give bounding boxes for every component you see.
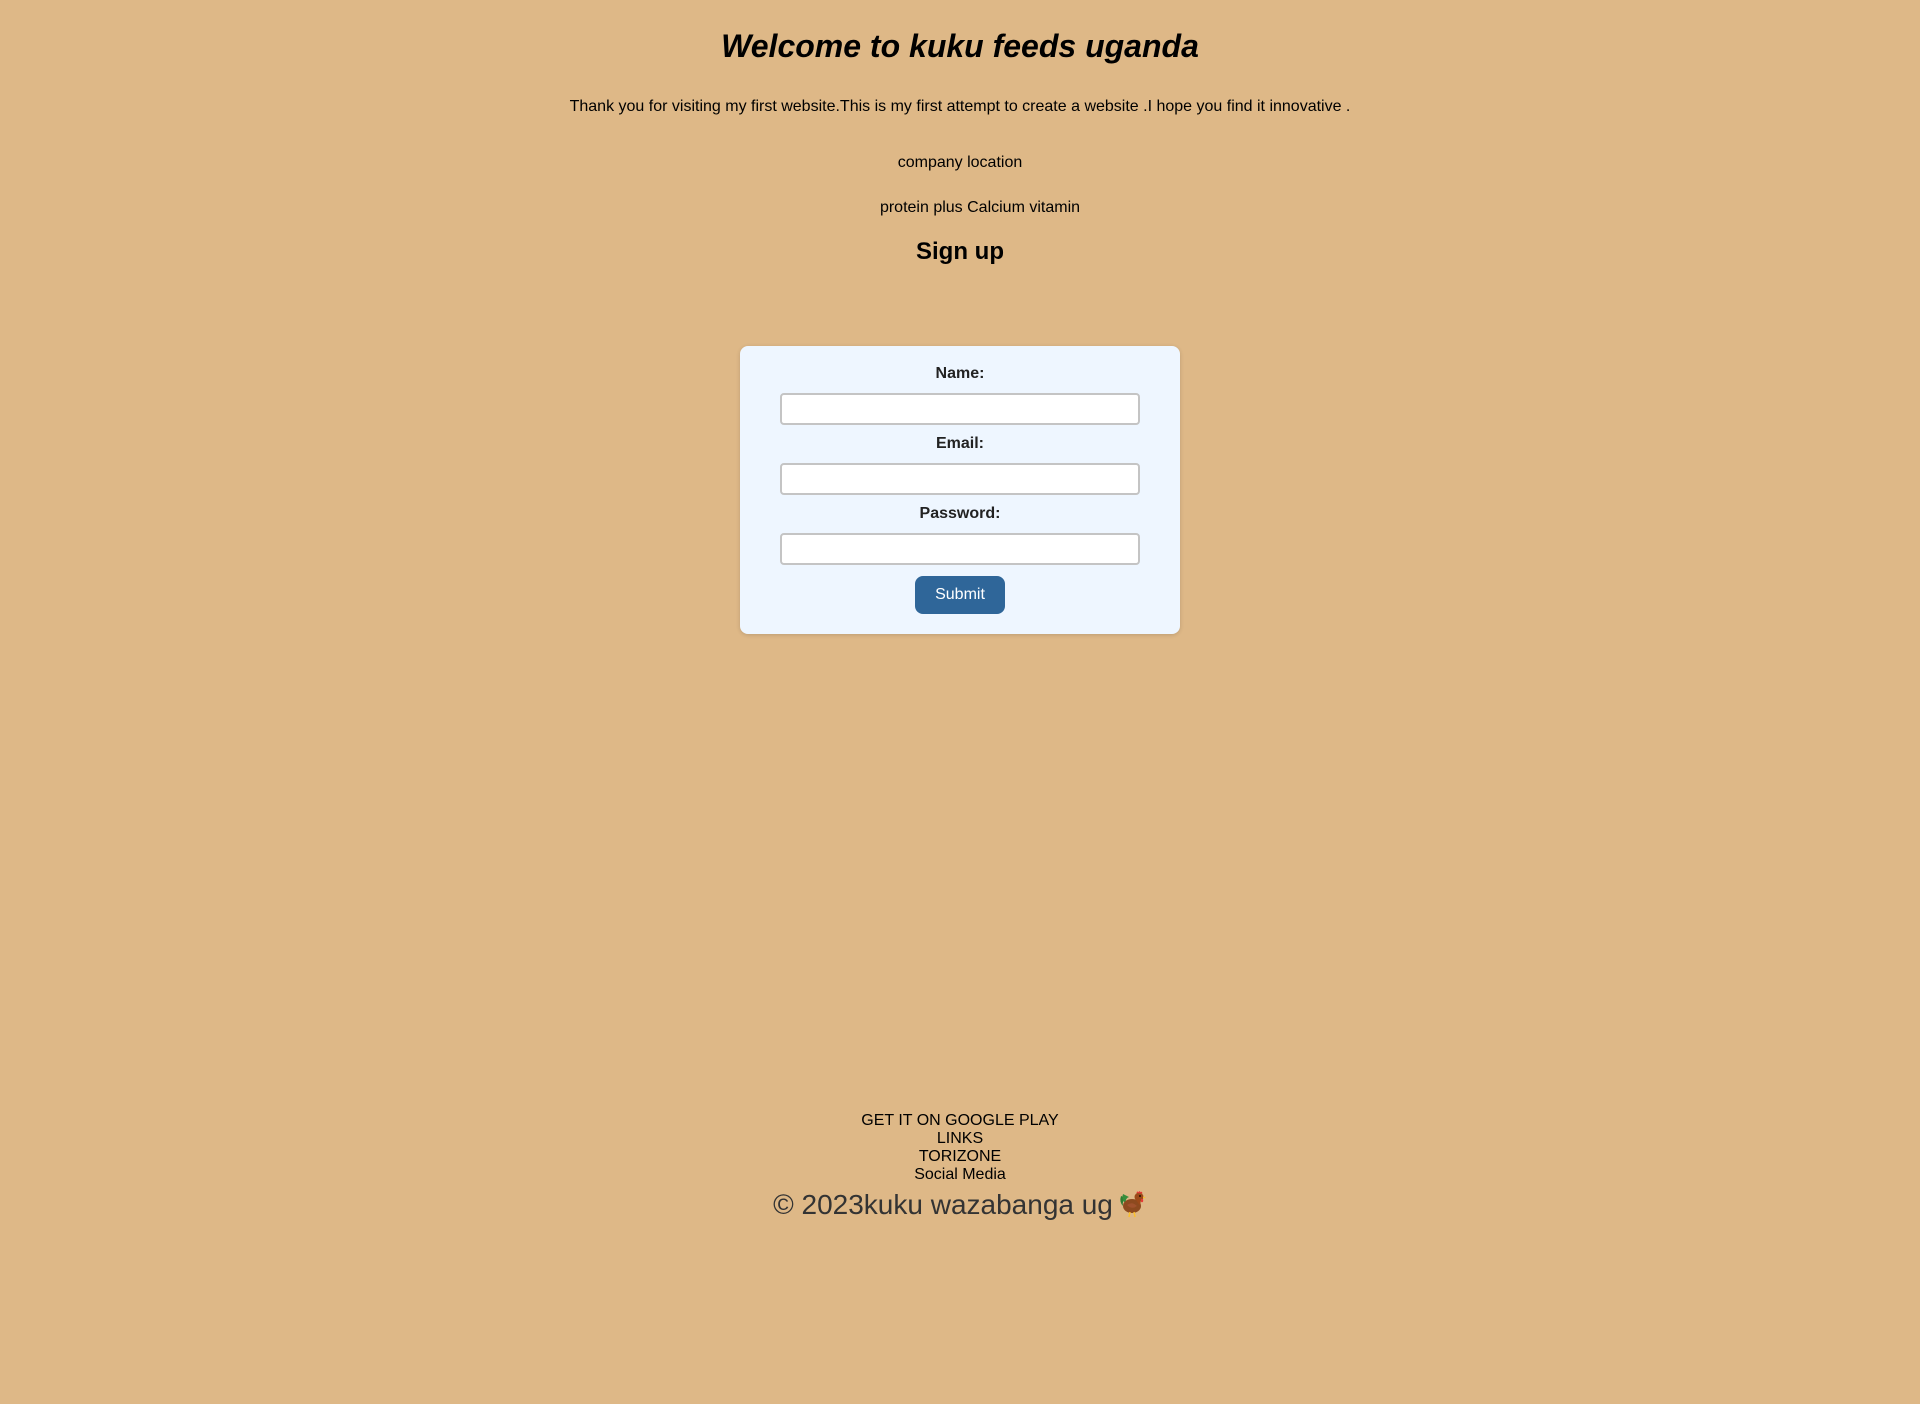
- footer-link-google-play[interactable]: GET IT ON GOOGLE PLAY: [0, 1112, 1920, 1130]
- name-input[interactable]: [780, 393, 1140, 425]
- copyright-text: © 2023kuku wazabanga ug: [773, 1189, 1113, 1220]
- password-input[interactable]: [780, 533, 1140, 565]
- copyright: © 2023kuku wazabanga ug: [0, 1188, 1920, 1222]
- rooster-icon: [1120, 1191, 1146, 1218]
- footer-link-torizone[interactable]: TORIZONE: [0, 1148, 1920, 1166]
- intro-text: Thank you for visiting my first website.…: [569, 98, 1351, 115]
- footer-link-social-media[interactable]: Social Media: [0, 1166, 1920, 1184]
- name-label: Name:: [935, 365, 985, 382]
- footer-link-links[interactable]: LINKS: [0, 1130, 1920, 1148]
- products-text: protein plus Calcium vitamin: [879, 199, 1081, 216]
- submit-button[interactable]: Submit: [915, 576, 1005, 614]
- company-location-text: company location: [897, 154, 1023, 171]
- signup-heading: Sign up: [916, 238, 1004, 265]
- email-label: Email:: [935, 435, 984, 452]
- footer: GET IT ON GOOGLE PLAY LINKS TORIZONE Soc…: [0, 1112, 1920, 1222]
- email-input[interactable]: [780, 463, 1140, 495]
- page-title: Welcome to kuku feeds uganda: [721, 28, 1199, 64]
- password-label: Password:: [919, 505, 1001, 522]
- signup-form: Name: Email: Password: Submit: [740, 346, 1180, 634]
